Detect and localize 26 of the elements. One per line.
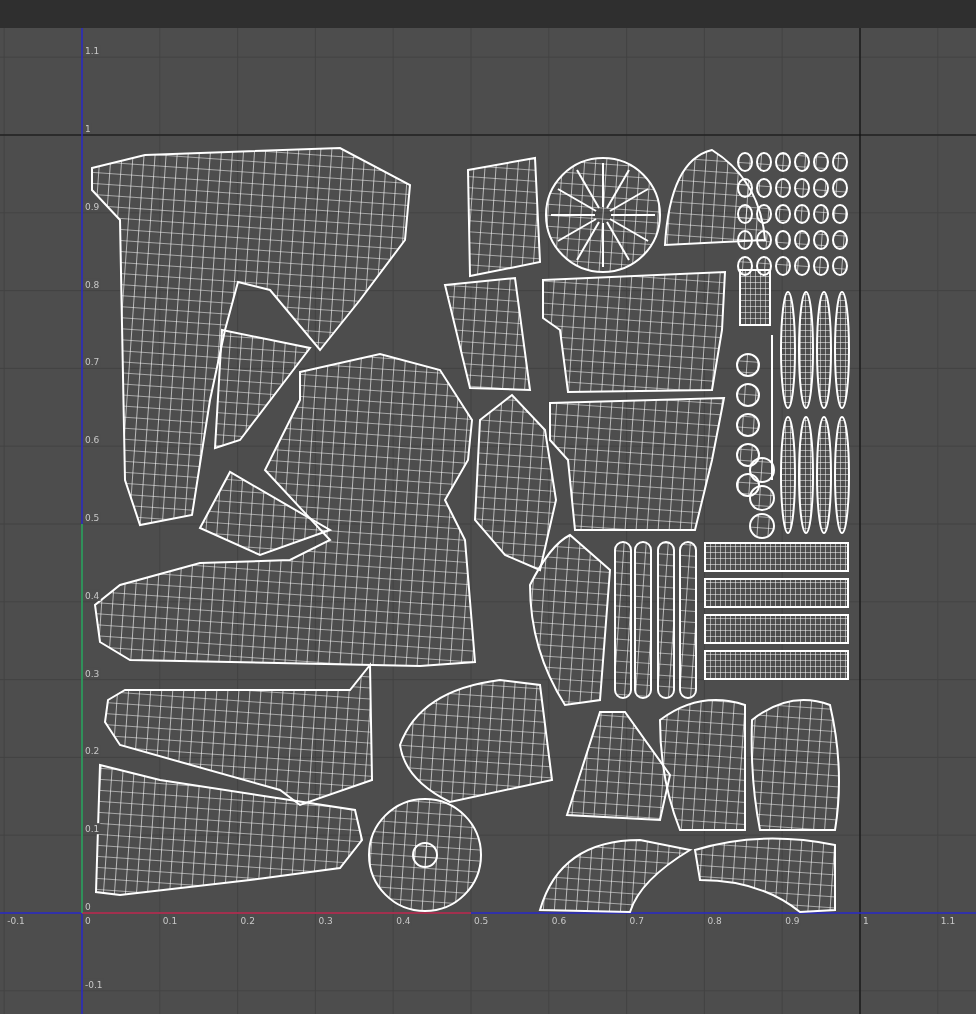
axis-tick-label: 0.1 (85, 824, 100, 835)
axis-tick-label: 0.6 (85, 435, 100, 446)
axis-tick-label: 0.6 (551, 916, 567, 926)
axis-tick-label: 0.4 (85, 590, 100, 601)
axis-tick-label: 0.5 (85, 513, 100, 523)
axis-tick-label: 0 (85, 902, 91, 912)
axis-tick-label: 0.9 (785, 916, 800, 926)
axis-tick-label: 0.9 (85, 201, 100, 212)
axis-tick-label: 0.3 (85, 668, 100, 679)
axis-tick-label: 0 (85, 916, 91, 926)
axis-tick-label: 1.1 (940, 916, 956, 926)
axis-tick-label: 0.3 (318, 916, 333, 926)
axis-tick-label: 0.4 (396, 916, 411, 926)
axis-tick-label: 0.1 (162, 916, 178, 926)
axis-tick-label: 0.2 (85, 746, 100, 757)
axis-tick-label: 1 (863, 916, 869, 926)
axis-tick-label: 1.1 (85, 46, 100, 57)
axis-tick-label: 0.7 (85, 357, 100, 368)
axis-tick-label: 0.5 (474, 916, 489, 926)
axis-tick-label: -0.1 (7, 916, 25, 926)
axis-tick-label: 0.8 (707, 916, 722, 926)
axis-tick-label: 0.7 (629, 916, 644, 926)
axis-tick-label: 0.8 (85, 279, 100, 290)
axis-tick-label: 1 (85, 124, 91, 134)
axis-tick-label: -0.1 (85, 979, 103, 990)
axis-tick-label: 0.2 (240, 916, 255, 926)
